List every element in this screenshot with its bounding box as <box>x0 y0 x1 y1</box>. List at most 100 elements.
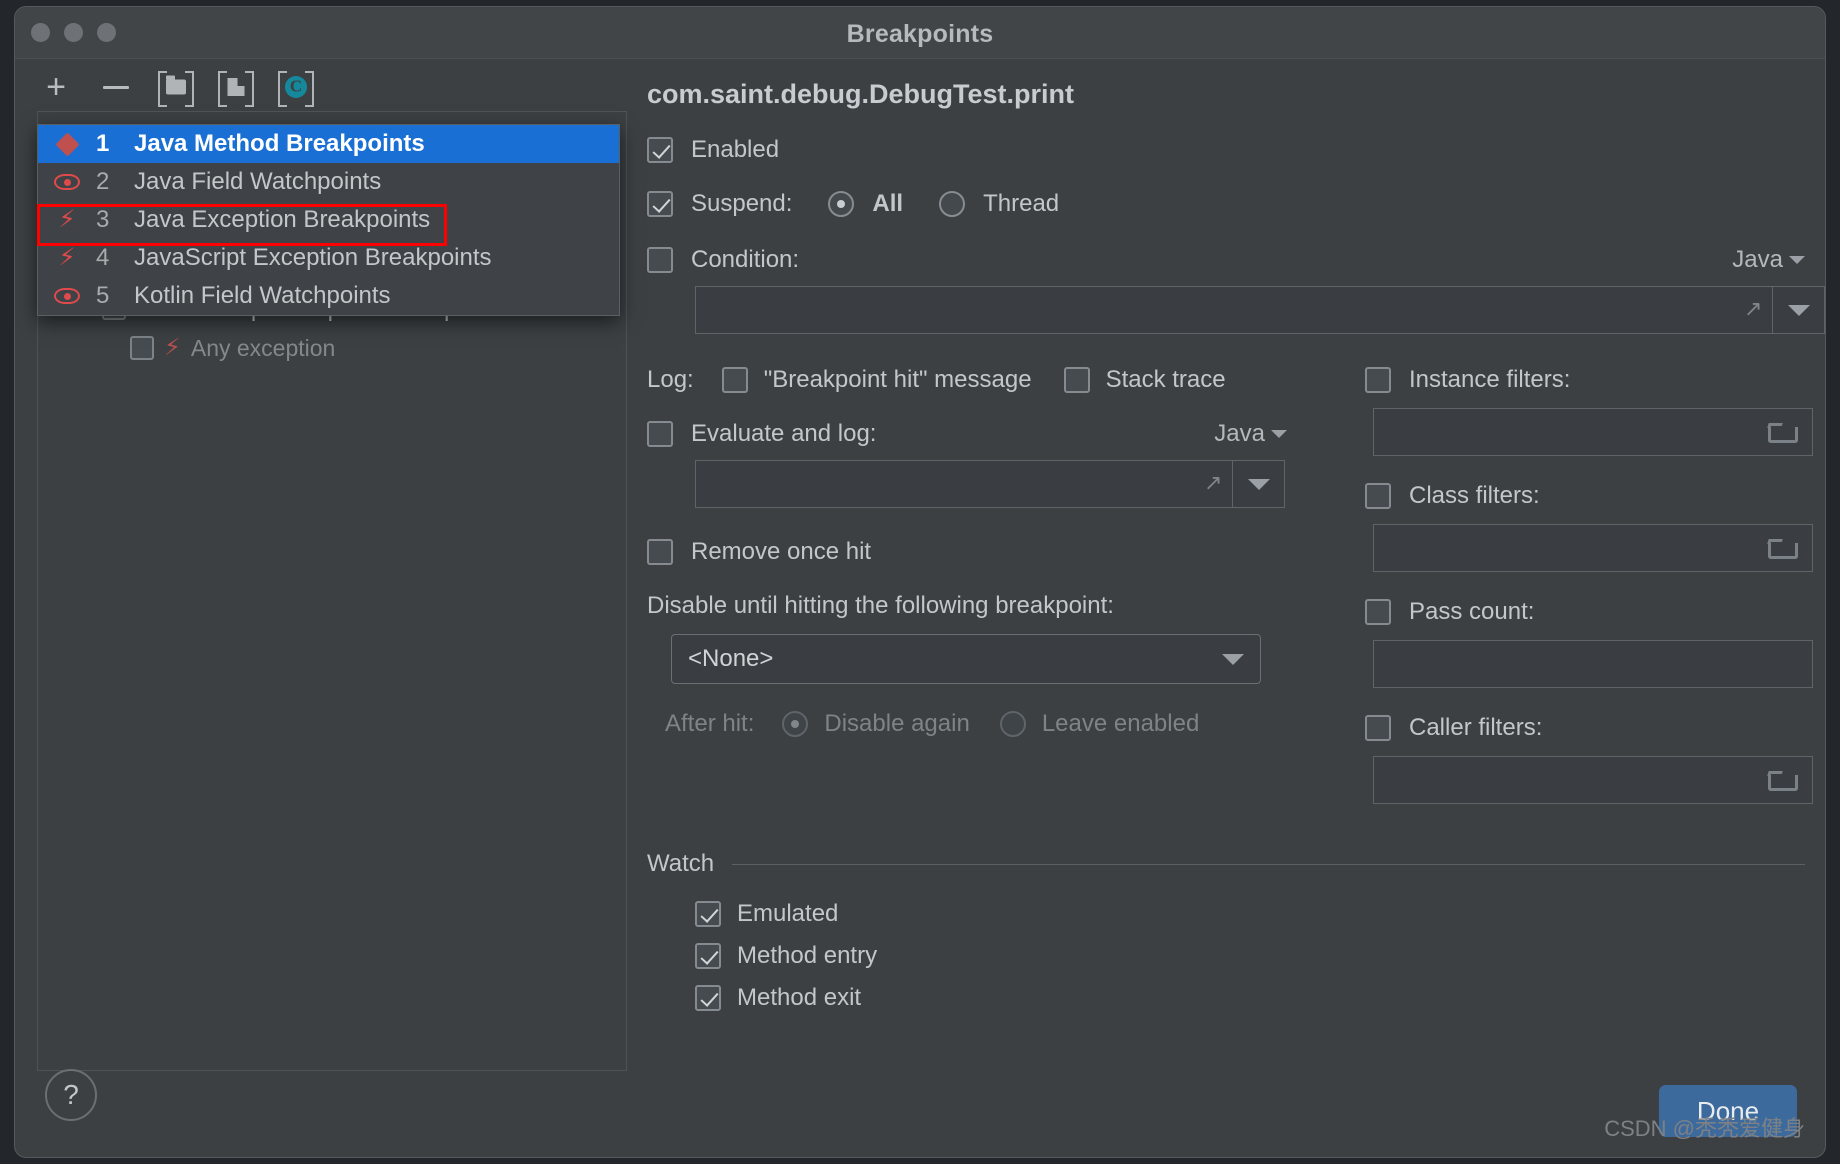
watch-method-entry-label: Method entry <box>737 942 877 970</box>
popup-item-number: 4 <box>96 244 134 272</box>
remove-once-hit-row[interactable]: Remove once hit <box>647 538 1347 566</box>
diamond-icon <box>38 136 96 153</box>
tree-row[interactable]: ⚡ Any exception <box>38 328 626 368</box>
popup-item-java-method-breakpoints[interactable]: 1 Java Method Breakpoints <box>38 125 619 163</box>
expand-icon[interactable]: ↗ <box>1744 298 1768 322</box>
browse-folder-icon[interactable] <box>1768 537 1798 559</box>
breakpoints-dialog: Breakpoints + ⚡ JavaScript Exception Bre… <box>14 6 1826 1158</box>
caller-filters-label: Caller filters: <box>1409 714 1542 742</box>
pass-count-checkbox[interactable] <box>1365 599 1391 625</box>
popup-item-javascript-exception-breakpoints[interactable]: ⚡ 4 JavaScript Exception Breakpoints <box>38 239 619 277</box>
browse-folder-icon[interactable] <box>1768 769 1798 791</box>
eye-icon <box>38 174 96 190</box>
pass-count-label: Pass count: <box>1409 598 1534 626</box>
help-button[interactable]: ? <box>45 1069 97 1121</box>
popup-item-label: Kotlin Field Watchpoints <box>134 282 391 310</box>
window-titlebar: Breakpoints <box>15 7 1825 59</box>
after-hit-label: After hit: <box>665 710 754 738</box>
condition-input[interactable]: ↗ <box>695 286 1825 334</box>
chevron-down-icon <box>1271 430 1287 438</box>
popup-item-label: Java Exception Breakpoints <box>134 206 430 234</box>
lightning-icon: ⚡ <box>38 208 96 232</box>
class-filters-input[interactable] <box>1373 524 1813 572</box>
enabled-label: Enabled <box>691 136 779 164</box>
add-breakpoint-button[interactable]: + <box>37 68 75 106</box>
class-filters-checkbox[interactable] <box>1365 483 1391 509</box>
pass-count-input[interactable] <box>1373 640 1813 688</box>
after-hit-leave-enabled-radio[interactable] <box>1000 711 1026 737</box>
chevron-down-icon <box>1789 256 1805 264</box>
instance-filters-input[interactable] <box>1373 408 1813 456</box>
popup-item-java-exception-breakpoints[interactable]: ⚡ 3 Java Exception Breakpoints <box>38 201 619 239</box>
watch-method-exit-checkbox[interactable] <box>695 985 721 1011</box>
instance-filters-row[interactable]: Instance filters: <box>1365 366 1805 394</box>
popup-item-java-field-watchpoints[interactable]: 2 Java Field Watchpoints <box>38 163 619 201</box>
suspend-all-radio[interactable] <box>828 191 854 217</box>
log-row[interactable]: Log: "Breakpoint hit" message Stack trac… <box>647 366 1347 394</box>
caller-filters-checkbox[interactable] <box>1365 715 1391 741</box>
watch-method-entry-row[interactable]: Method entry <box>695 942 1805 970</box>
pass-count-row[interactable]: Pass count: <box>1365 598 1805 626</box>
restore-defaults-button[interactable] <box>277 68 315 106</box>
watch-emulated-checkbox[interactable] <box>695 901 721 927</box>
caller-filters-row[interactable]: Caller filters: <box>1365 714 1805 742</box>
condition-history-dropdown[interactable] <box>1772 287 1824 333</box>
popup-item-label: Java Method Breakpoints <box>134 130 425 158</box>
class-filters-label: Class filters: <box>1409 482 1540 510</box>
condition-language-selector[interactable]: Java <box>1732 246 1805 274</box>
disable-until-dropdown[interactable]: <None> <box>671 634 1261 684</box>
disable-until-value: <None> <box>688 645 773 673</box>
after-hit-disable-again-radio[interactable] <box>782 711 808 737</box>
popup-item-number: 2 <box>96 168 134 196</box>
evaluate-and-log-input[interactable]: ↗ <box>695 460 1285 508</box>
breakpoints-toolbar: + <box>37 65 315 109</box>
evaluate-and-log-row[interactable]: Evaluate and log: Java <box>647 420 1347 448</box>
watch-method-exit-label: Method exit <box>737 984 861 1012</box>
watch-method-exit-row[interactable]: Method exit <box>695 984 1805 1012</box>
tree-row-checkbox[interactable] <box>130 336 154 360</box>
condition-row[interactable]: Condition: Java <box>647 246 1805 274</box>
evaluate-history-dropdown[interactable] <box>1232 461 1284 507</box>
evaluate-language-selector[interactable]: Java <box>1214 420 1287 448</box>
chevron-down-icon <box>1222 654 1244 665</box>
suspend-thread-radio[interactable] <box>939 191 965 217</box>
caller-filters-input[interactable] <box>1373 756 1813 804</box>
stack-trace-checkbox[interactable] <box>1064 367 1090 393</box>
remove-once-hit-checkbox[interactable] <box>647 539 673 565</box>
suspend-row[interactable]: Suspend: All Thread <box>647 190 1805 218</box>
popup-item-number: 3 <box>96 206 134 234</box>
breakpoint-type-popup[interactable]: 1 Java Method Breakpoints 2 Java Field W… <box>37 124 620 316</box>
chevron-down-icon <box>1788 305 1810 316</box>
popup-item-kotlin-field-watchpoints[interactable]: 5 Kotlin Field Watchpoints <box>38 277 619 315</box>
condition-label: Condition: <box>691 246 799 274</box>
evaluate-language-label: Java <box>1214 420 1265 448</box>
log-message-label: "Breakpoint hit" message <box>764 366 1032 394</box>
watch-emulated-row[interactable]: Emulated <box>695 900 1805 928</box>
browse-folder-icon[interactable] <box>1768 421 1798 443</box>
enabled-checkbox[interactable] <box>647 137 673 163</box>
expand-icon[interactable]: ↗ <box>1204 472 1228 496</box>
group-breakpoints-button[interactable] <box>157 68 195 106</box>
plus-icon: + <box>46 70 66 104</box>
watch-emulated-label: Emulated <box>737 900 838 928</box>
suspend-checkbox[interactable] <box>647 191 673 217</box>
class-filters-row[interactable]: Class filters: <box>1365 482 1805 510</box>
suspend-thread-label: Thread <box>983 190 1059 218</box>
enabled-row[interactable]: Enabled <box>647 136 1805 164</box>
condition-checkbox[interactable] <box>647 247 673 273</box>
breakpoint-detail-pane: com.saint.debug.DebugTest.print Enabled … <box>647 67 1805 1067</box>
restore-defaults-icon <box>278 71 314 103</box>
after-hit-leave-enabled-label: Leave enabled <box>1042 710 1199 738</box>
instance-filters-checkbox[interactable] <box>1365 367 1391 393</box>
log-label: Log: <box>647 366 694 394</box>
popup-item-number: 1 <box>96 130 134 158</box>
save-to-file-button[interactable] <box>217 68 255 106</box>
log-message-checkbox[interactable] <box>722 367 748 393</box>
popup-item-label: Java Field Watchpoints <box>134 168 381 196</box>
remove-breakpoint-button[interactable] <box>97 68 135 106</box>
watch-method-entry-checkbox[interactable] <box>695 943 721 969</box>
after-hit-row[interactable]: After hit: Disable again Leave enabled <box>647 710 1347 738</box>
watch-header-label: Watch <box>647 850 714 878</box>
evaluate-and-log-checkbox[interactable] <box>647 421 673 447</box>
watch-section-header: Watch <box>647 850 1805 878</box>
